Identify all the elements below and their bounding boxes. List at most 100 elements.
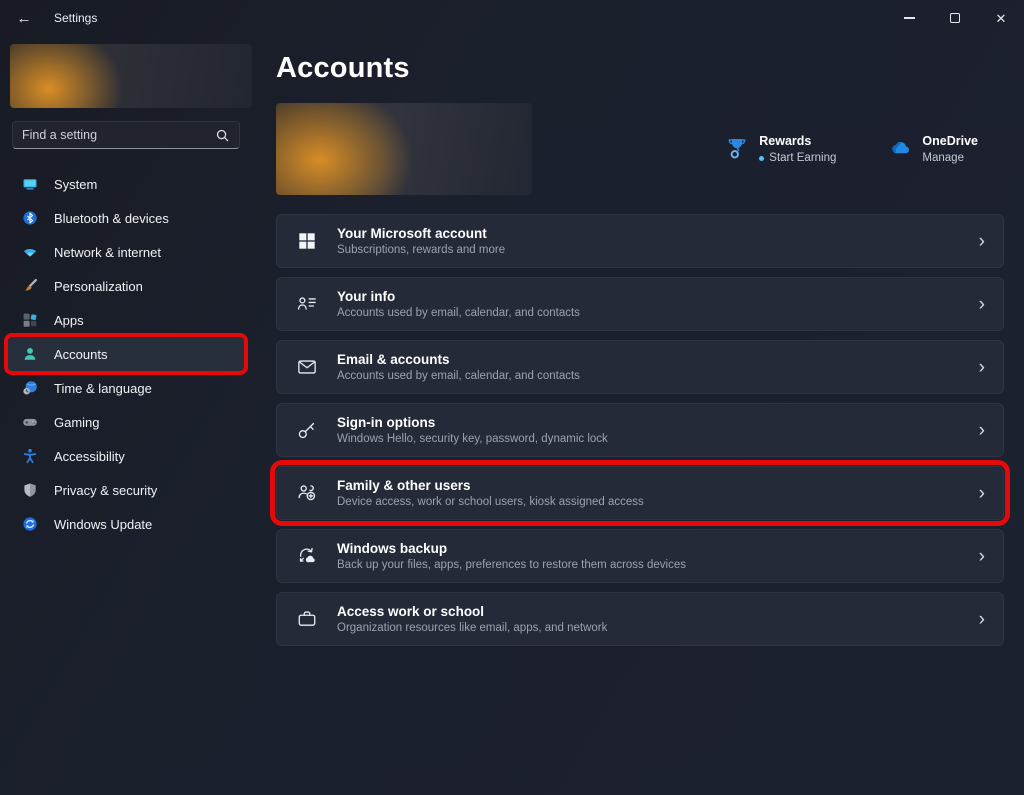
bluetooth-icon bbox=[22, 210, 38, 226]
sidebar-item-time-language[interactable]: Time & language bbox=[8, 371, 244, 405]
sidebar-item-bluetooth-devices[interactable]: Bluetooth & devices bbox=[8, 201, 244, 235]
chevron-right-icon: › bbox=[979, 421, 985, 440]
cloud-icon bbox=[888, 136, 912, 160]
accessibility-person-icon bbox=[22, 448, 38, 464]
sidebar-item-label: Personalization bbox=[54, 279, 143, 294]
close-icon: ✕ bbox=[996, 12, 1007, 25]
card-subtitle: Accounts used by email, calendar, and co… bbox=[337, 307, 580, 319]
backup-sync-icon bbox=[295, 544, 319, 568]
card-subtitle: Back up your files, apps, preferences to… bbox=[337, 559, 686, 571]
maximize-icon bbox=[950, 13, 960, 23]
sidebar-item-label: Gaming bbox=[54, 415, 100, 430]
onedrive-manage-link[interactable]: Manage bbox=[922, 152, 978, 164]
sidebar-item-label: Network & internet bbox=[54, 245, 161, 260]
sidebar-item-label: Time & language bbox=[54, 381, 152, 396]
back-arrow-icon: ← bbox=[17, 10, 32, 27]
chevron-right-icon: › bbox=[979, 232, 985, 251]
close-button[interactable]: ✕ bbox=[978, 0, 1024, 36]
card-sign-in-options[interactable]: Sign-in options Windows Hello, security … bbox=[276, 403, 1004, 457]
sidebar-item-gaming[interactable]: Gaming bbox=[8, 405, 244, 439]
card-title: Email & accounts bbox=[337, 352, 580, 367]
back-button[interactable]: ← bbox=[8, 3, 40, 33]
sidebar-item-system[interactable]: System bbox=[8, 167, 244, 201]
settings-cards: Your Microsoft account Subscriptions, re… bbox=[276, 214, 1004, 646]
rewards-promo[interactable]: Rewards Start Earning bbox=[725, 134, 836, 164]
trophy-icon bbox=[725, 136, 749, 160]
card-subtitle: Windows Hello, security key, password, d… bbox=[337, 433, 608, 445]
add-user-icon bbox=[295, 481, 319, 505]
maximize-button[interactable] bbox=[932, 0, 978, 36]
search-input[interactable] bbox=[22, 128, 215, 142]
settings-window: ← Settings ✕ System bbox=[0, 0, 1024, 795]
card-access-work-school[interactable]: Access work or school Organization resou… bbox=[276, 592, 1004, 646]
sidebar-item-privacy-security[interactable]: Privacy & security bbox=[8, 473, 244, 507]
card-title: Sign-in options bbox=[337, 415, 608, 430]
minimize-button[interactable] bbox=[886, 0, 932, 36]
clock-globe-icon bbox=[22, 380, 38, 396]
card-subtitle: Accounts used by email, calendar, and co… bbox=[337, 370, 580, 382]
search-box[interactable] bbox=[12, 121, 240, 149]
sidebar-item-label: Accessibility bbox=[54, 449, 125, 464]
account-banner: Rewards Start Earning OneDrive bbox=[276, 103, 1004, 195]
card-title: Your Microsoft account bbox=[337, 226, 505, 241]
card-email-accounts[interactable]: Email & accounts Accounts used by email,… bbox=[276, 340, 1004, 394]
contact-card-icon bbox=[295, 292, 319, 316]
sidebar-item-label: Accounts bbox=[54, 347, 107, 362]
onedrive-promo[interactable]: OneDrive Manage bbox=[888, 134, 978, 164]
brush-icon bbox=[22, 278, 38, 294]
update-arrows-icon bbox=[22, 516, 38, 532]
system-icon bbox=[22, 176, 38, 192]
card-family-other-users[interactable]: Family & other users Device access, work… bbox=[276, 466, 1004, 520]
wifi-icon bbox=[22, 244, 38, 260]
account-info-blurred bbox=[276, 103, 532, 195]
card-windows-backup[interactable]: Windows backup Back up your files, apps,… bbox=[276, 529, 1004, 583]
chevron-right-icon: › bbox=[979, 484, 985, 503]
chevron-right-icon: › bbox=[979, 358, 985, 377]
window-title: Settings bbox=[54, 11, 97, 25]
sidebar-item-accounts[interactable]: Accounts bbox=[8, 337, 244, 371]
minimize-icon bbox=[904, 17, 915, 18]
sidebar-item-personalization[interactable]: Personalization bbox=[8, 269, 244, 303]
card-title: Windows backup bbox=[337, 541, 686, 556]
window-content: System Bluetooth & devices Network & int… bbox=[0, 36, 1024, 795]
shield-icon bbox=[22, 482, 38, 498]
card-your-microsoft-account[interactable]: Your Microsoft account Subscriptions, re… bbox=[276, 214, 1004, 268]
card-title: Family & other users bbox=[337, 478, 644, 493]
main-panel: Accounts Rewards Start Earning bbox=[262, 36, 1024, 795]
sidebar-item-apps[interactable]: Apps bbox=[8, 303, 244, 337]
envelope-icon bbox=[295, 355, 319, 379]
titlebar: ← Settings ✕ bbox=[0, 0, 1024, 36]
microsoft-logo-icon bbox=[295, 229, 319, 253]
card-title: Your info bbox=[337, 289, 580, 304]
sidebar-item-windows-update[interactable]: Windows Update bbox=[8, 507, 244, 541]
rewards-subtitle[interactable]: Start Earning bbox=[759, 152, 836, 164]
search-icon bbox=[215, 128, 230, 143]
sidebar-item-accessibility[interactable]: Accessibility bbox=[8, 439, 244, 473]
banner-promos: Rewards Start Earning OneDrive bbox=[725, 134, 1004, 164]
card-subtitle: Organization resources like email, apps,… bbox=[337, 622, 607, 634]
person-icon bbox=[22, 346, 38, 362]
apps-grid-icon bbox=[22, 312, 38, 328]
card-subtitle: Subscriptions, rewards and more bbox=[337, 244, 505, 256]
sidebar-item-label: Bluetooth & devices bbox=[54, 211, 169, 226]
chevron-right-icon: › bbox=[979, 610, 985, 629]
sidebar-nav: System Bluetooth & devices Network & int… bbox=[0, 167, 262, 541]
gamepad-icon bbox=[22, 414, 38, 430]
bullet-dot-icon bbox=[759, 156, 764, 161]
briefcase-icon bbox=[295, 607, 319, 631]
user-avatar-blurred[interactable] bbox=[10, 44, 252, 108]
card-subtitle: Device access, work or school users, kio… bbox=[337, 496, 644, 508]
page-title: Accounts bbox=[276, 52, 1004, 85]
window-controls: ✕ bbox=[886, 0, 1024, 36]
card-title: Access work or school bbox=[337, 604, 607, 619]
sidebar-item-label: Windows Update bbox=[54, 517, 152, 532]
chevron-right-icon: › bbox=[979, 295, 985, 314]
key-icon bbox=[295, 418, 319, 442]
sidebar-item-label: Apps bbox=[54, 313, 84, 328]
sidebar-item-label: Privacy & security bbox=[54, 483, 157, 498]
chevron-right-icon: › bbox=[979, 547, 985, 566]
sidebar-item-network-internet[interactable]: Network & internet bbox=[8, 235, 244, 269]
card-your-info[interactable]: Your info Accounts used by email, calend… bbox=[276, 277, 1004, 331]
sidebar-item-label: System bbox=[54, 177, 97, 192]
sidebar: System Bluetooth & devices Network & int… bbox=[0, 36, 262, 795]
